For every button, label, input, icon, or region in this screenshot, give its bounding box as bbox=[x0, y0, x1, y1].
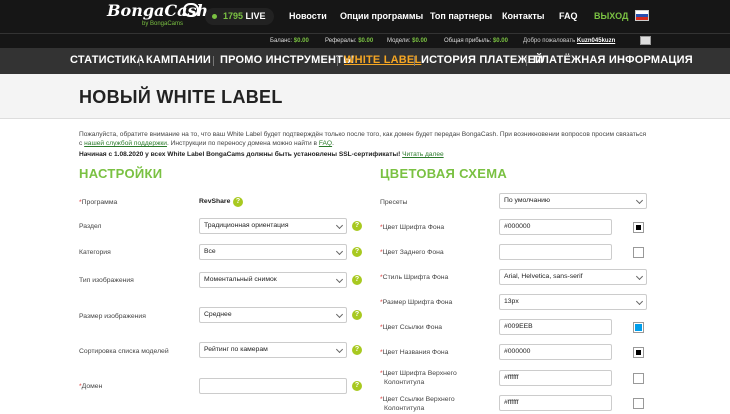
domain-label: *Домен bbox=[79, 383, 103, 390]
sort-label: Сортировка списка моделей bbox=[79, 348, 169, 355]
color-swatch-blue[interactable] bbox=[633, 322, 644, 333]
nav-divider bbox=[337, 56, 338, 66]
chevron-down-icon bbox=[635, 272, 644, 281]
sort-select[interactable]: Рейтинг по камерам bbox=[199, 342, 347, 358]
tab-promo-tools[interactable]: ПРОМО ИНСТРУМЕНТЫ bbox=[220, 54, 354, 67]
image-size-label: Размер изображения bbox=[79, 313, 146, 320]
program-label: *Программа bbox=[79, 199, 118, 206]
chat-bubble-logo-icon bbox=[183, 3, 199, 17]
models: Модели: $0.00 bbox=[387, 38, 428, 44]
domain-input[interactable] bbox=[199, 378, 347, 394]
help-icon[interactable]: ? bbox=[352, 345, 362, 355]
support-link[interactable]: нашей службой поддержки bbox=[84, 140, 167, 147]
chevron-down-icon bbox=[635, 297, 644, 306]
live-count: 1795 bbox=[223, 11, 244, 21]
color-swatch-black[interactable] bbox=[633, 347, 644, 358]
nav-contacts[interactable]: Контакты bbox=[502, 11, 544, 22]
presets-label: Пресеты bbox=[380, 199, 408, 206]
live-counter: 1795 LIVE bbox=[205, 8, 274, 25]
section-select[interactable]: Традиционная ориентация bbox=[199, 218, 347, 234]
font-color-input[interactable]: #000000 bbox=[499, 219, 612, 235]
color-swatch-white[interactable] bbox=[633, 247, 644, 258]
settings-heading: НАСТРОЙКИ bbox=[79, 166, 163, 181]
total-profit: Общая прибыль: $0.00 bbox=[444, 38, 508, 44]
header-font-color-label: *Цвет Шрифта Верхнего bbox=[380, 370, 457, 377]
account-info-bar: Баланс: $0.00 Рефералы: $0.00 Модели: $0… bbox=[0, 33, 730, 48]
link-color-input[interactable]: #009EEB bbox=[499, 319, 612, 335]
nav-faq[interactable]: FAQ bbox=[559, 11, 578, 22]
page-title: НОВЫЙ WHITE LABEL bbox=[79, 87, 283, 107]
color-swatch-white[interactable] bbox=[633, 373, 644, 384]
russian-flag-icon[interactable] bbox=[635, 10, 649, 21]
tab-white-label[interactable]: WHITE LABEL bbox=[344, 54, 421, 67]
chevron-down-icon bbox=[335, 275, 344, 284]
header-link-color-label: *Цвет Ссылки Верхнего bbox=[380, 396, 455, 403]
header-link-color-input[interactable]: #ffffff bbox=[499, 395, 612, 411]
tab-payment-history[interactable]: ИСТОРИЯ ПЛАТЕЖЕЙ bbox=[421, 54, 543, 67]
tab-payment-info[interactable]: ПЛАТЁЖНАЯ ИНФОРМАЦИЯ bbox=[533, 54, 693, 67]
notice-support: с нашей службой поддержки. Инструкции по… bbox=[79, 140, 334, 147]
color-swatch-black[interactable] bbox=[633, 222, 644, 233]
header-font-color-input[interactable]: #ffffff bbox=[499, 370, 612, 386]
bg-color-input[interactable] bbox=[499, 244, 612, 260]
help-icon[interactable]: ? bbox=[233, 197, 243, 207]
balance: Баланс: $0.00 bbox=[270, 38, 309, 44]
read-more-link[interactable]: Читать далее bbox=[402, 151, 444, 158]
chevron-down-icon bbox=[335, 221, 344, 230]
font-style-label: *Стиль Шрифта Фона bbox=[380, 274, 449, 281]
nav-news[interactable]: Новости bbox=[289, 11, 327, 22]
font-color-label: *Цвет Шрифта Фона bbox=[380, 224, 445, 231]
bg-color-label: *Цвет Заднего Фона bbox=[380, 249, 444, 256]
chevron-down-icon bbox=[335, 345, 344, 354]
image-size-select[interactable]: Среднее bbox=[199, 307, 347, 323]
title-color-label: *Цвет Названия Фона bbox=[380, 349, 449, 356]
section-label: Раздел bbox=[79, 223, 102, 230]
help-icon[interactable]: ? bbox=[352, 221, 362, 231]
tab-campaigns[interactable]: КАМПАНИИ bbox=[146, 54, 211, 67]
logo-subtext: by BongaCams bbox=[142, 21, 184, 27]
chevron-down-icon bbox=[335, 247, 344, 256]
top-bar: BongaCash by BongaCams 1795 LIVE Новости… bbox=[0, 0, 730, 33]
ssl-notice: Начиная с 1.08.2020 у всех White Label B… bbox=[79, 151, 444, 158]
nav-divider bbox=[213, 56, 214, 66]
logout-icon[interactable] bbox=[640, 36, 651, 45]
link-color-label: *Цвет Ссылки Фона bbox=[380, 324, 443, 331]
color-scheme-heading: ЦВЕТОВАЯ СХЕМА bbox=[380, 166, 508, 181]
nav-divider bbox=[139, 56, 140, 66]
tab-statistics[interactable]: СТАТИСТИКА bbox=[70, 54, 145, 67]
title-color-input[interactable]: #000000 bbox=[499, 344, 612, 360]
nav-divider bbox=[414, 56, 415, 66]
referrals: Рефералы: $0.00 bbox=[325, 38, 374, 44]
live-dot-icon bbox=[212, 14, 217, 19]
title-bar: НОВЫЙ WHITE LABEL bbox=[0, 74, 730, 119]
live-label: LIVE bbox=[245, 11, 266, 21]
nav-top-partners[interactable]: Топ партнеры bbox=[430, 11, 492, 22]
notice-text: Пожалуйста, обратите внимание на то, что… bbox=[79, 131, 647, 138]
category-label: Категория bbox=[79, 249, 111, 256]
image-type-label: Тип изображения bbox=[79, 277, 134, 284]
main-nav: СТАТИСТИКА КАМПАНИИ ПРОМО ИНСТРУМЕНТЫ WH… bbox=[0, 48, 730, 74]
nav-divider bbox=[526, 56, 527, 66]
nav-program-options[interactable]: Опции программы bbox=[340, 11, 423, 22]
help-icon[interactable]: ? bbox=[352, 275, 362, 285]
font-size-select[interactable]: 13px bbox=[499, 294, 647, 310]
chevron-down-icon bbox=[635, 196, 644, 205]
header-font-color-label-2: Колонтитула bbox=[384, 379, 425, 386]
nav-logout[interactable]: ВЫХОД bbox=[594, 11, 628, 22]
color-swatch-white[interactable] bbox=[633, 398, 644, 409]
help-icon[interactable]: ? bbox=[352, 310, 362, 320]
help-icon[interactable]: ? bbox=[352, 381, 362, 391]
faq-link[interactable]: FAQ bbox=[319, 140, 332, 147]
image-type-select[interactable]: Моментальный снимок bbox=[199, 272, 347, 288]
chevron-down-icon bbox=[335, 310, 344, 319]
font-style-select[interactable]: Arial, Helvetica, sans-serif bbox=[499, 269, 647, 285]
username-link[interactable]: Kuzn045kuzn bbox=[577, 38, 615, 44]
header-link-color-label-2: Колонтитула bbox=[384, 405, 425, 412]
welcome-text: Добро пожаловать Kuzn045kuzn bbox=[523, 38, 616, 44]
presets-select[interactable]: По умолчанию bbox=[499, 193, 647, 209]
program-value: RevShare bbox=[199, 198, 231, 205]
font-size-label: *Размер Шрифта Фона bbox=[380, 299, 453, 306]
category-select[interactable]: Все bbox=[199, 244, 347, 260]
help-icon[interactable]: ? bbox=[352, 247, 362, 257]
